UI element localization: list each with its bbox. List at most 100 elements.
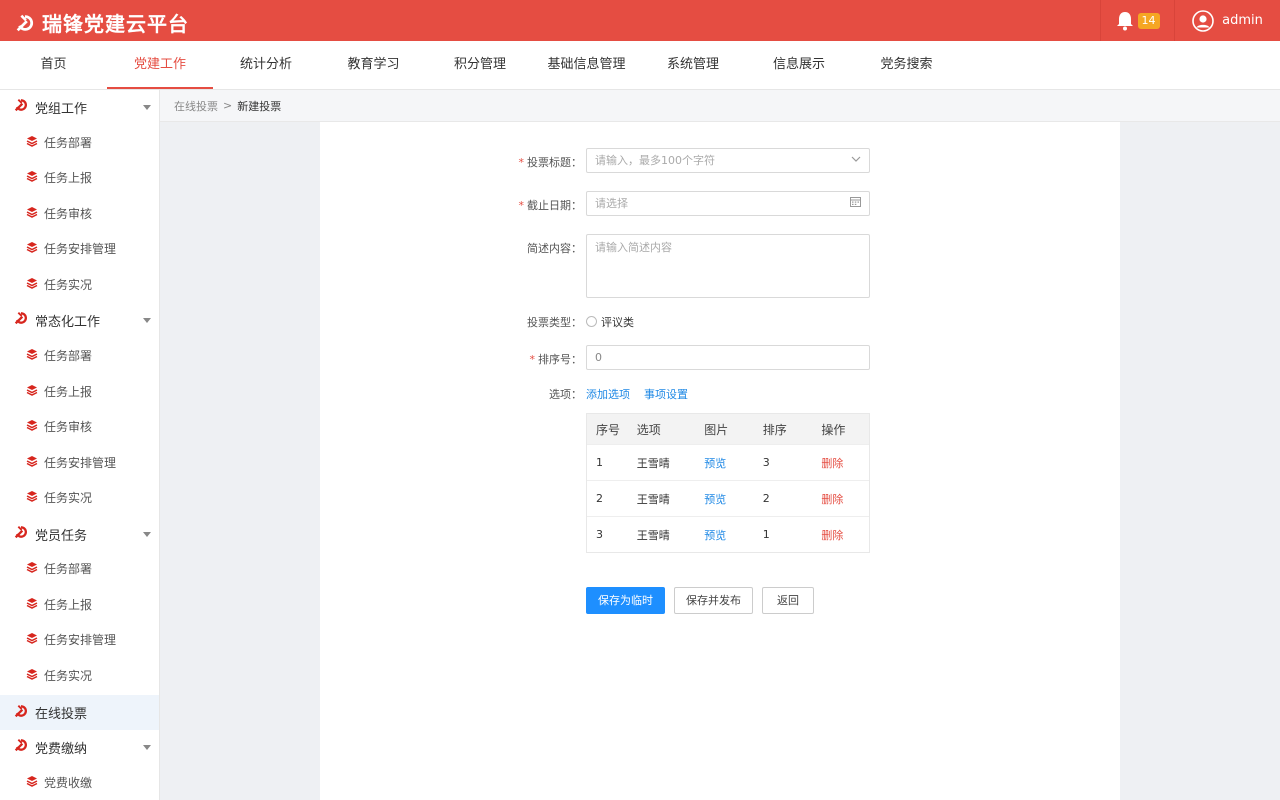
- chevron-down-icon: [143, 532, 151, 537]
- layers-icon: [26, 241, 38, 256]
- nav-search[interactable]: 党务搜索: [853, 41, 960, 89]
- nav-home[interactable]: 首页: [0, 41, 107, 89]
- options-table: 序号 选项 图片 排序 操作 1 王雪晴 预览 3 删除 2 王雪晴 预览 2 …: [586, 413, 870, 553]
- sidebar-item-task-schedule[interactable]: 任务安排管理: [0, 233, 159, 263]
- save-draft-button[interactable]: 保存为临时: [586, 587, 665, 614]
- breadcrumb-current: 新建投票: [237, 99, 282, 113]
- deadline-input[interactable]: 请选择: [586, 191, 870, 216]
- required-mark: *: [518, 156, 525, 169]
- breadcrumb-parent[interactable]: 在线投票: [174, 98, 218, 114]
- sidebar-item-label: 任务实况: [44, 490, 93, 505]
- add-option-link[interactable]: 添加选项: [586, 388, 630, 401]
- sidebar-item-task-schedule[interactable]: 任务安排管理: [0, 447, 159, 477]
- party-emblem-icon: [13, 737, 29, 757]
- sidebar-item-task-status[interactable]: 任务实况: [0, 269, 159, 299]
- description-textarea[interactable]: 请输入简述内容: [586, 234, 870, 298]
- sidebar-item-task-schedule[interactable]: 任务安排管理: [0, 624, 159, 654]
- deadline-label: * 截止日期：: [518, 199, 583, 212]
- title-input[interactable]: 请输入，最多100个字符: [586, 148, 870, 173]
- calendar-icon: [850, 192, 861, 215]
- sidebar-group-routine-work[interactable]: 常态化工作: [0, 303, 159, 337]
- sidebar-item-task-status[interactable]: 任务实况: [0, 482, 159, 512]
- row-number: 1: [596, 456, 603, 469]
- sidebar-item-label: 任务部署: [44, 561, 93, 576]
- breadcrumb-separator: >: [223, 99, 233, 112]
- sidebar-item-label: 任务实况: [44, 277, 93, 292]
- delete-link[interactable]: 删除: [821, 527, 869, 543]
- app-logo[interactable]: 瑞锋党建云平台: [14, 8, 189, 37]
- preview-link[interactable]: 预览: [704, 491, 763, 507]
- description-label: 简述内容：: [527, 242, 582, 255]
- nav-system[interactable]: 系统管理: [640, 41, 746, 89]
- main-nav: 首页 党建工作 统计分析 教育学习 积分管理 基础信息管理 系统管理 信息展示 …: [0, 41, 1280, 90]
- preview-link[interactable]: 预览: [704, 455, 763, 471]
- layers-icon: [26, 597, 38, 612]
- layers-icon: [26, 170, 38, 185]
- breadcrumb: 在线投票 > 新建投票: [160, 90, 1280, 122]
- sidebar-group-party-dues[interactable]: 党费缴纳: [0, 730, 159, 764]
- preview-link[interactable]: 预览: [704, 527, 763, 543]
- description-placeholder: 请输入简述内容: [595, 241, 672, 254]
- sidebar-item-task-deploy[interactable]: 任务部署: [0, 553, 159, 583]
- table-header: 序号 选项 图片 排序 操作: [587, 414, 869, 444]
- vote-type-option: 评议类: [601, 316, 634, 329]
- party-emblem-icon: [13, 703, 29, 723]
- layers-icon: [26, 206, 38, 221]
- app-title: 瑞锋党建云平台: [42, 12, 189, 36]
- vote-type-label: 投票类型：: [527, 316, 582, 329]
- sidebar-item-task-status[interactable]: 任务实况: [0, 660, 159, 690]
- sidebar-item-task-review[interactable]: 任务审核: [0, 198, 159, 228]
- chevron-down-icon: [143, 745, 151, 750]
- option-settings-link[interactable]: 事项设置: [644, 388, 688, 401]
- column-header: 序号: [596, 422, 621, 437]
- sidebar-group-party-work[interactable]: 党组工作: [0, 90, 159, 124]
- row-order: 3: [762, 456, 770, 469]
- sidebar-item-label: 任务部署: [44, 348, 93, 363]
- sidebar-item-label: 任务安排管理: [44, 241, 117, 256]
- layers-icon: [26, 455, 38, 470]
- column-header: 排序: [762, 422, 787, 437]
- sidebar-group-label: 党组工作: [35, 101, 88, 117]
- nav-statistics[interactable]: 统计分析: [213, 41, 319, 89]
- delete-link[interactable]: 删除: [821, 455, 869, 471]
- notifications-button[interactable]: 14: [1100, 0, 1174, 41]
- sidebar-item-task-deploy[interactable]: 任务部署: [0, 127, 159, 157]
- order-label: * 排序号：: [529, 353, 583, 366]
- sidebar-item-dues-collection[interactable]: 党费收缴: [0, 767, 159, 797]
- sidebar-item-task-report[interactable]: 任务上报: [0, 376, 159, 406]
- chevron-down-icon: [851, 149, 861, 172]
- sidebar-item-label: 任务安排管理: [44, 632, 117, 647]
- sidebar-item-task-report[interactable]: 任务上报: [0, 162, 159, 192]
- back-button[interactable]: 返回: [762, 587, 814, 614]
- sidebar-item-label: 任务上报: [44, 384, 93, 399]
- nav-party-work[interactable]: 党建工作: [107, 41, 213, 89]
- party-emblem-icon: [13, 524, 29, 544]
- vote-type-radio[interactable]: 评议类: [586, 314, 634, 330]
- column-header: 操作: [821, 422, 846, 437]
- layers-icon: [26, 668, 38, 683]
- nav-points[interactable]: 积分管理: [427, 41, 533, 89]
- sidebar-item-task-review[interactable]: 任务审核: [0, 411, 159, 441]
- save-publish-button[interactable]: 保存并发布: [674, 587, 753, 614]
- sidebar-group-label: 党费缴纳: [35, 741, 88, 757]
- sidebar-group-label: 常态化工作: [35, 314, 101, 330]
- delete-link[interactable]: 删除: [821, 491, 869, 507]
- nav-basic-info[interactable]: 基础信息管理: [533, 41, 640, 89]
- sidebar-group-member-tasks[interactable]: 党员任务: [0, 517, 159, 551]
- sidebar-item-label: 任务审核: [44, 206, 93, 221]
- nav-education[interactable]: 教育学习: [320, 41, 427, 89]
- user-menu[interactable]: admin: [1174, 0, 1280, 41]
- sidebar-item-task-report[interactable]: 任务上报: [0, 589, 159, 619]
- sidebar-item-task-deploy[interactable]: 任务部署: [0, 340, 159, 370]
- table-row: 2 王雪晴 预览 2 删除: [587, 480, 869, 516]
- layers-icon: [26, 775, 38, 790]
- chevron-down-icon: [143, 318, 151, 323]
- column-header: 选项: [636, 422, 661, 437]
- sidebar-item-online-voting[interactable]: 在线投票: [0, 695, 159, 730]
- options-label: 选项：: [549, 388, 582, 401]
- row-order: 1: [762, 528, 770, 541]
- top-bar: 瑞锋党建云平台 14 admin: [0, 0, 1280, 41]
- sidebar-item-label: 党费收缴: [44, 775, 93, 790]
- nav-info-display[interactable]: 信息展示: [746, 41, 852, 89]
- order-input[interactable]: 0: [586, 345, 870, 370]
